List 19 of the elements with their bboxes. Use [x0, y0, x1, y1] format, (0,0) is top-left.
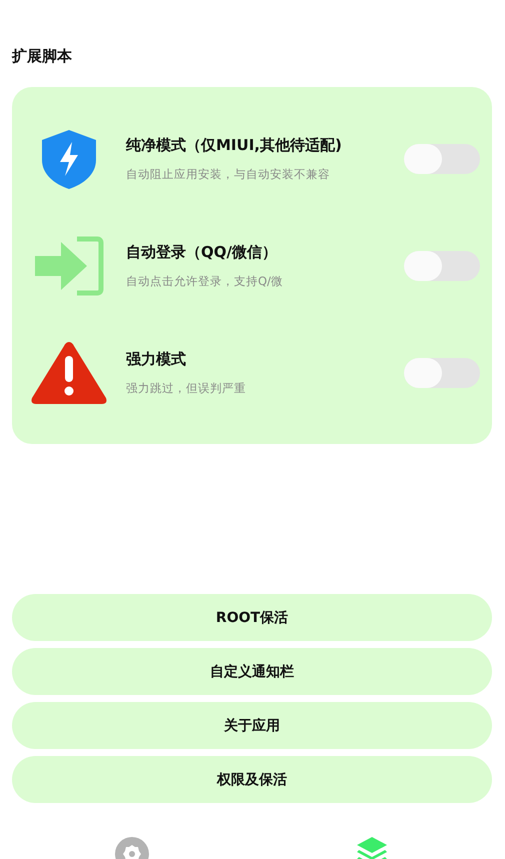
feature-description: 强力跳过，但误判严重 [126, 380, 247, 396]
toggle-switch[interactable] [404, 250, 480, 280]
shield-icon [40, 128, 98, 190]
feature-title: 纯净模式（仅MIUI,其他待适配) [126, 136, 343, 154]
feature-title: 自动登录（QQ/微信） [126, 242, 278, 262]
layers-icon[interactable] [356, 837, 388, 859]
settings-icon[interactable] [115, 837, 149, 859]
section-title: 扩展脚本 [12, 47, 73, 66]
menu-button[interactable]: 权限及保活 [12, 756, 492, 803]
warning-icon [30, 340, 108, 406]
menu-button[interactable]: 关于应用 [12, 702, 492, 749]
toggle-switch[interactable] [404, 144, 480, 174]
toggle-switch[interactable] [404, 358, 480, 388]
login-icon [33, 236, 105, 296]
feature-title: 强力模式 [126, 350, 187, 368]
feature-description: 自动阻止应用安装，与自动安装不兼容 [126, 166, 331, 182]
feature-description: 自动点击允许登录，支持Q/微 [126, 274, 284, 288]
menu-button[interactable]: 自定义通知栏 [12, 648, 492, 695]
menu-button[interactable]: ROOT保活 [12, 594, 492, 641]
